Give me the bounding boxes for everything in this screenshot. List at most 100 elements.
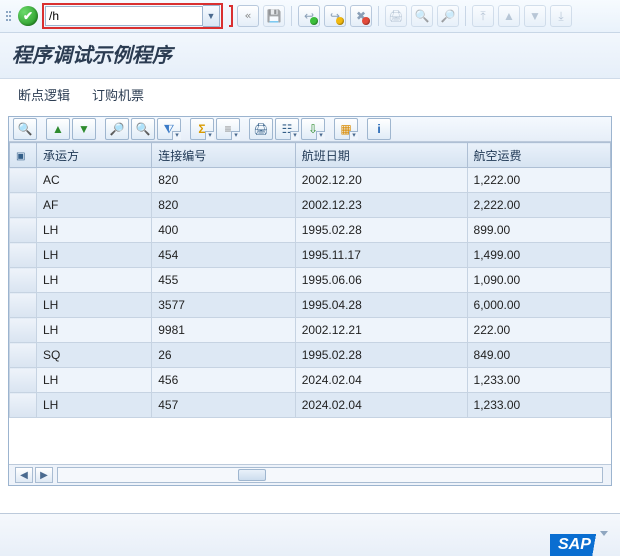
alv-grid: ▣ 承运方 连接编号 航班日期 航空运费 AC8202002.12.201,22… — [9, 142, 611, 464]
sap-logo: SAP — [550, 534, 612, 556]
row-selector[interactable] — [10, 318, 37, 343]
toolbar-separator — [465, 6, 466, 26]
cell-fare: 849.00 — [467, 343, 610, 368]
col-fare[interactable]: 航空运费 — [467, 143, 610, 168]
total-button[interactable]: Σ▾ — [190, 118, 214, 140]
subtotal-button[interactable]: ≡▾ — [216, 118, 240, 140]
first-page-button[interactable]: ⤒ — [472, 5, 494, 27]
alv-container: 🔍 ▲ ▼ 🔎 🔍 ⧨▾ Σ▾ ≡▾ 🖨 ☷▾ ⇩▾ ▦▾ i ▣ 承运方 连接… — [8, 116, 612, 486]
system-toolbar: ✔ ▼ « 💾 ↩ ↪ ✖ 🖨 🔍 🔎 ⤒ ▲ ▼ ⤓ — [0, 0, 620, 33]
cell-carrier: LH — [37, 318, 152, 343]
scroll-thumb[interactable] — [238, 469, 266, 481]
cell-fare: 6,000.00 — [467, 293, 610, 318]
menu-breakpoint-logic[interactable]: 断点逻辑 — [18, 85, 70, 104]
table-row[interactable]: LH99812002.12.21222.00 — [10, 318, 611, 343]
cell-carrier: AC — [37, 168, 152, 193]
row-selector[interactable] — [10, 293, 37, 318]
print-button[interactable]: 🖨 — [249, 118, 273, 140]
row-selector[interactable] — [10, 193, 37, 218]
command-field-highlight: ▼ — [42, 3, 223, 29]
details-button[interactable]: 🔍 — [13, 118, 37, 140]
cell-fare: 1,222.00 — [467, 168, 610, 193]
table-row[interactable]: LH35771995.04.286,000.00 — [10, 293, 611, 318]
status-bar: SAP — [0, 513, 620, 556]
scroll-right-button[interactable]: ▶ — [35, 467, 53, 483]
row-selector[interactable] — [10, 243, 37, 268]
cell-carrier: LH — [37, 268, 152, 293]
sort-asc-button[interactable]: ▲ — [46, 118, 70, 140]
cell-conn: 26 — [152, 343, 295, 368]
enter-button[interactable]: ✔ — [18, 6, 38, 26]
find-button[interactable]: 🔎 — [105, 118, 129, 140]
nav-back-button[interactable]: ↩ — [298, 5, 320, 27]
cell-carrier: LH — [37, 218, 152, 243]
row-selector[interactable] — [10, 368, 37, 393]
nav-exit-button[interactable]: ↪ — [324, 5, 346, 27]
cell-fare: 222.00 — [467, 318, 610, 343]
table-row[interactable]: LH4541995.11.171,499.00 — [10, 243, 611, 268]
cell-date: 1995.02.28 — [295, 218, 467, 243]
find-next-button[interactable]: 🔍 — [131, 118, 155, 140]
export-button[interactable]: ⇩▾ — [301, 118, 325, 140]
menu-book-ticket[interactable]: 订购机票 — [92, 85, 144, 104]
select-all-header[interactable]: ▣ — [10, 143, 37, 168]
next-page-button[interactable]: ▼ — [524, 5, 546, 27]
table-row[interactable]: AF8202002.12.232,222.00 — [10, 193, 611, 218]
views-button[interactable]: ☷▾ — [275, 118, 299, 140]
command-history-dropdown[interactable]: ▼ — [203, 5, 220, 27]
menu-handle-icon — [4, 5, 14, 27]
row-selector[interactable] — [10, 218, 37, 243]
filter-button[interactable]: ⧨▾ — [157, 118, 181, 140]
row-selector[interactable] — [10, 268, 37, 293]
cell-fare: 1,090.00 — [467, 268, 610, 293]
table-row[interactable]: SQ261995.02.28849.00 — [10, 343, 611, 368]
cell-conn: 456 — [152, 368, 295, 393]
col-date[interactable]: 航班日期 — [295, 143, 467, 168]
table-row[interactable]: LH4562024.02.041,233.00 — [10, 368, 611, 393]
cell-carrier: LH — [37, 368, 152, 393]
cell-conn: 457 — [152, 393, 295, 418]
table-row[interactable]: LH4001995.02.28899.00 — [10, 218, 611, 243]
cell-conn: 400 — [152, 218, 295, 243]
col-carrier[interactable]: 承运方 — [37, 143, 152, 168]
header-row: ▣ 承运方 连接编号 航班日期 航空运费 — [10, 143, 611, 168]
row-selector[interactable] — [10, 168, 37, 193]
cell-conn: 820 — [152, 193, 295, 218]
page-title: 程序调试示例程序 — [12, 39, 608, 68]
cell-fare: 1,499.00 — [467, 243, 610, 268]
find-button[interactable]: 🔍 — [411, 5, 433, 27]
cell-conn: 3577 — [152, 293, 295, 318]
save-button[interactable]: 💾 — [263, 5, 285, 27]
sort-desc-button[interactable]: ▼ — [72, 118, 96, 140]
scroll-left-button[interactable]: ◀ — [15, 467, 33, 483]
horizontal-scrollbar[interactable]: ◀ ▶ — [9, 464, 611, 485]
toolbar-separator — [378, 6, 379, 26]
table-row[interactable]: AC8202002.12.201,222.00 — [10, 168, 611, 193]
back-button[interactable]: « — [237, 5, 259, 27]
scroll-track[interactable] — [57, 467, 603, 483]
cell-date: 2024.02.04 — [295, 393, 467, 418]
layout-button[interactable]: ▦▾ — [334, 118, 358, 140]
cell-fare: 2,222.00 — [467, 193, 610, 218]
find-next-button[interactable]: 🔎 — [437, 5, 459, 27]
toolbar-separator — [291, 6, 292, 26]
row-selector[interactable] — [10, 343, 37, 368]
cell-conn: 454 — [152, 243, 295, 268]
nav-cancel-button[interactable]: ✖ — [350, 5, 372, 27]
prev-page-button[interactable]: ▲ — [498, 5, 520, 27]
cell-date: 1995.04.28 — [295, 293, 467, 318]
info-button[interactable]: i — [367, 118, 391, 140]
print-button[interactable]: 🖨 — [385, 5, 407, 27]
command-field[interactable] — [45, 6, 203, 26]
table-row[interactable]: LH4572024.02.041,233.00 — [10, 393, 611, 418]
table-row[interactable]: LH4551995.06.061,090.00 — [10, 268, 611, 293]
last-page-button[interactable]: ⤓ — [550, 5, 572, 27]
cell-fare: 1,233.00 — [467, 368, 610, 393]
title-bar: 程序调试示例程序 — [0, 33, 620, 79]
col-conn[interactable]: 连接编号 — [152, 143, 295, 168]
cell-fare: 1,233.00 — [467, 393, 610, 418]
row-selector[interactable] — [10, 393, 37, 418]
bracket-icon — [227, 5, 233, 27]
cell-conn: 9981 — [152, 318, 295, 343]
cell-fare: 899.00 — [467, 218, 610, 243]
